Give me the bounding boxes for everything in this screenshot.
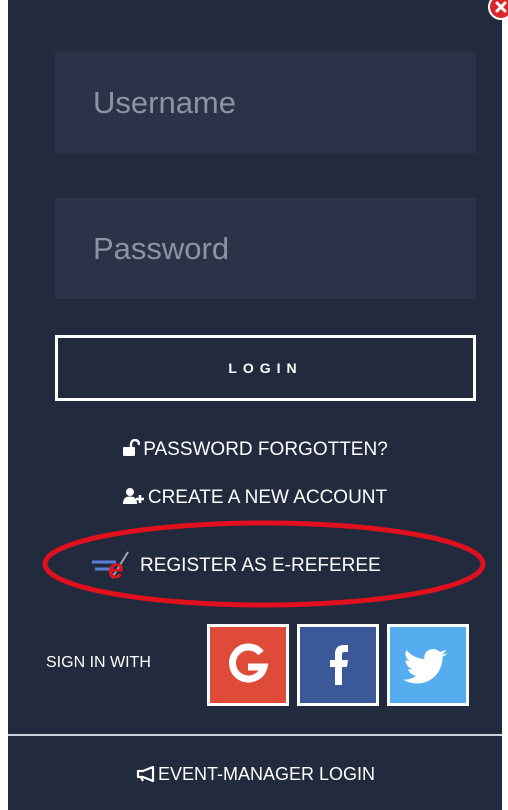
login-panel: LOGIN PASSWORD FORGOTTEN? CREATE A NEW A… — [8, 0, 508, 810]
twitter-icon — [403, 649, 448, 684]
close-button[interactable] — [488, 0, 508, 20]
register-ereferee-label: REGISTER AS E-REFEREE — [140, 555, 381, 576]
sign-in-with-label: SIGN IN WITH — [46, 654, 151, 671]
svg-text:e: e — [108, 553, 124, 580]
password-forgotten-label: PASSWORD FORGOTTEN? — [143, 439, 388, 460]
close-icon — [495, 1, 507, 13]
facebook-icon — [330, 645, 348, 685]
google-icon — [229, 643, 269, 683]
create-account-link[interactable]: CREATE A NEW ACCOUNT — [8, 487, 502, 511]
username-field[interactable] — [55, 52, 476, 153]
password-field[interactable] — [55, 198, 476, 299]
event-manager-login-link[interactable]: EVENT-MANAGER LOGIN — [8, 764, 502, 787]
unlock-icon — [122, 438, 141, 463]
facebook-signin-button[interactable] — [297, 624, 379, 706]
password-forgotten-link[interactable]: PASSWORD FORGOTTEN? — [8, 438, 502, 463]
create-account-label: CREATE A NEW ACCOUNT — [147, 487, 388, 508]
login-button[interactable]: LOGIN — [55, 335, 476, 401]
password-input[interactable] — [93, 198, 476, 299]
register-ereferee-link[interactable]: e REGISTER AS E-REFEREE — [90, 550, 381, 586]
username-input[interactable] — [93, 52, 476, 153]
event-manager-login-label: EVENT-MANAGER LOGIN — [157, 764, 376, 784]
megaphone-icon — [135, 765, 155, 787]
divider — [8, 734, 502, 736]
user-plus-icon — [122, 487, 145, 511]
google-signin-button[interactable] — [207, 624, 289, 706]
twitter-signin-button[interactable] — [387, 624, 469, 706]
e-referee-logo: e — [90, 550, 136, 586]
